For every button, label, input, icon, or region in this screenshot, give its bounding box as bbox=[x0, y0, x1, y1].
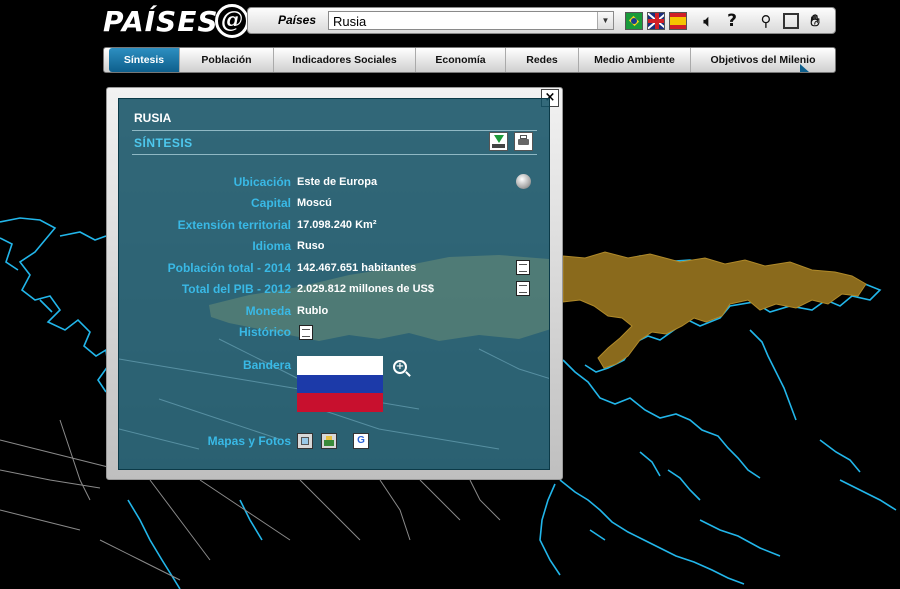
tab-corner-mark bbox=[800, 64, 809, 72]
label-bandera: Bandera bbox=[242, 358, 291, 372]
value-poblacion: 142.467.651 habitantes bbox=[297, 262, 417, 274]
coastline-west bbox=[0, 217, 109, 393]
tab-objetivos-milenio[interactable]: Objetivos del Milenio bbox=[691, 48, 835, 72]
label-poblacion: Población total - 2014 bbox=[167, 261, 291, 275]
country-select-value: Rusia bbox=[333, 14, 367, 29]
tab-poblacion[interactable]: Población bbox=[180, 48, 274, 72]
flag-stripe-white bbox=[297, 356, 383, 375]
coastline-japan bbox=[749, 329, 797, 421]
tab-indicadores-sociales[interactable]: Indicadores Sociales bbox=[274, 48, 416, 72]
map-icon[interactable] bbox=[297, 433, 313, 449]
label-extension: Extensión territorial bbox=[177, 218, 291, 232]
tab-bar: Síntesis Población Indicadores Sociales … bbox=[103, 47, 836, 73]
label-idioma: Idioma bbox=[252, 239, 291, 253]
uk-flag-icon[interactable] bbox=[647, 12, 665, 30]
tab-economia[interactable]: Economía bbox=[416, 48, 506, 72]
section-title: SÍNTESIS bbox=[134, 136, 193, 150]
zoom-in-icon[interactable]: + bbox=[393, 360, 407, 374]
tab-medio-ambiente[interactable]: Medio Ambiente bbox=[579, 48, 691, 72]
country-select[interactable]: Rusia ▼ bbox=[328, 11, 614, 30]
label-capital: Capital bbox=[250, 196, 291, 210]
tab-sintesis[interactable]: Síntesis bbox=[109, 48, 180, 72]
globe-icon[interactable] bbox=[516, 174, 531, 189]
label-moneda: Moneda bbox=[245, 304, 291, 318]
speaker-icon[interactable]: 🔈︎ bbox=[697, 10, 719, 32]
download-button[interactable] bbox=[489, 132, 508, 151]
print-icon bbox=[518, 139, 529, 145]
photo-icon[interactable] bbox=[321, 433, 337, 449]
value-moneda: Rublo bbox=[297, 305, 329, 317]
coastline-asia bbox=[562, 359, 761, 501]
value-ubicacion: Este de Europa bbox=[297, 176, 378, 188]
print-button[interactable] bbox=[514, 132, 533, 151]
flag-stripe-blue bbox=[297, 374, 383, 394]
label-mapas-fotos: Mapas y Fotos bbox=[207, 434, 291, 448]
label-historico: Histórico bbox=[238, 325, 291, 339]
zoom-icon[interactable] bbox=[780, 10, 802, 32]
country-title: RUSIA bbox=[134, 111, 172, 125]
help-icon[interactable]: ? bbox=[721, 10, 743, 32]
document-icon[interactable] bbox=[516, 281, 530, 296]
top-toolbar: Países Rusia ▼ 🔈︎ ? ⚲ ✋︎ bbox=[247, 7, 836, 34]
spain-flag-icon[interactable] bbox=[669, 12, 687, 30]
country-flag bbox=[297, 356, 383, 412]
value-pib: 2.029.812 millones de US$ bbox=[297, 283, 434, 295]
brazil-flag-icon[interactable] bbox=[625, 12, 643, 30]
hand-icon[interactable]: ✋︎ bbox=[804, 10, 826, 32]
document-icon[interactable] bbox=[516, 260, 530, 275]
google-icon[interactable]: G bbox=[353, 433, 369, 449]
country-panel: RUSIA SÍNTESIS Ubicación Este de Europa … bbox=[118, 98, 550, 470]
label-pib: Total del PIB - 2012 bbox=[181, 282, 291, 296]
historico-document-icon[interactable] bbox=[299, 325, 313, 340]
search-icon[interactable]: ⚲ bbox=[755, 10, 777, 32]
chevron-down-icon[interactable]: ▼ bbox=[597, 12, 613, 29]
paises-logo: PAÍSES @ bbox=[103, 4, 253, 38]
divider bbox=[132, 130, 537, 131]
russia-region bbox=[562, 251, 867, 369]
flag-stripe-red bbox=[297, 393, 383, 412]
tab-redes[interactable]: Redes bbox=[506, 48, 579, 72]
value-extension: 17.098.240 Km² bbox=[297, 219, 377, 231]
label-ubicacion: Ubicación bbox=[233, 175, 291, 189]
country-select-label: Países bbox=[278, 13, 317, 27]
value-capital: Moscú bbox=[297, 197, 332, 209]
download-icon bbox=[494, 135, 504, 143]
logo-at-mark: @ bbox=[215, 4, 249, 38]
value-idioma: Ruso bbox=[297, 240, 325, 252]
divider bbox=[132, 154, 537, 155]
logo-text: PAÍSES bbox=[103, 5, 219, 38]
coastline-islands bbox=[559, 439, 897, 585]
